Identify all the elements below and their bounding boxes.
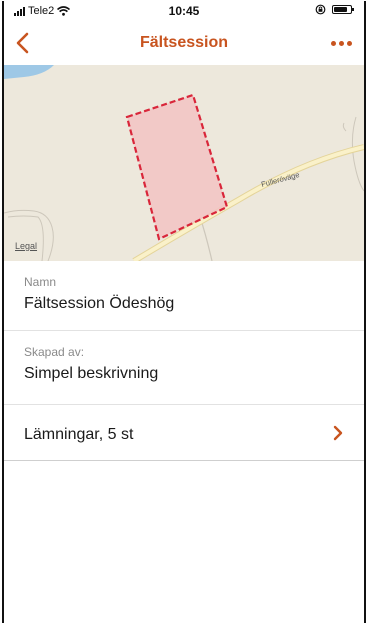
name-value: Fältsession Ödeshög <box>24 295 175 312</box>
more-dots-icon <box>330 40 336 46</box>
map-legal-link[interactable]: Legal <box>15 241 37 251</box>
status-bar: Tele2 10:45 <box>4 1 364 21</box>
session-map[interactable]: Fulleröväge Legal <box>4 65 364 261</box>
water-area <box>4 65 54 79</box>
navigation-bar: Fältsession <box>4 21 364 65</box>
created-by-value: Simpel beskrivning <box>24 365 159 382</box>
name-row: Namn Fältsession Ödeshög <box>4 261 364 331</box>
name-label: Namn <box>24 275 57 289</box>
remains-label: Lämningar, 5 st <box>24 426 134 443</box>
remains-row[interactable]: Lämningar, 5 st <box>4 405 364 461</box>
more-options-button[interactable] <box>324 31 358 55</box>
status-icons <box>315 4 354 15</box>
created-by-label: Skapad av: <box>24 345 85 359</box>
map-boundary-line <box>4 209 54 261</box>
map-canvas: Fulleröväge <box>4 65 364 261</box>
screen: Tele2 10:45 Fältsession Fulleröväge Lega… <box>2 1 366 623</box>
road-name-label: Fulleröväge <box>260 170 300 189</box>
orientation-lock-icon <box>315 4 326 15</box>
created-by-row: Skapad av: Simpel beskrivning <box>4 331 364 405</box>
clock: 10:45 <box>168 4 200 18</box>
chevron-right-icon <box>333 425 343 441</box>
page-title: Fältsession <box>139 34 229 51</box>
battery-icon <box>332 5 354 14</box>
